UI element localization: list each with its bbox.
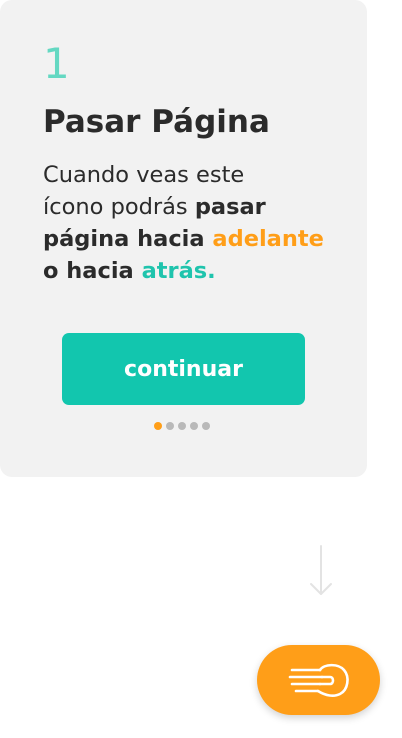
hand-swipe-icon [288, 663, 349, 697]
description-line-3: página hacia adelante [43, 223, 343, 255]
description-line-4: o hacia atrás. [43, 255, 343, 287]
pagination-dots [154, 422, 210, 430]
tutorial-card: 1 Pasar Página Cuando veas este ícono po… [0, 0, 367, 477]
continue-button[interactable]: continuar [62, 333, 305, 405]
description-line-2: ícono podrás pasar [43, 191, 343, 223]
card-title: Pasar Página [43, 104, 270, 140]
pagination-dot[interactable] [166, 422, 174, 430]
forward-highlight: adelante [212, 226, 324, 252]
description-text: Cuando veas este [43, 162, 245, 188]
pagination-dot[interactable] [202, 422, 210, 430]
page-turn-button[interactable] [257, 645, 380, 715]
pagination-dot[interactable] [178, 422, 186, 430]
description-bold-text: pasar [194, 194, 266, 220]
description-bold-text: o hacia [43, 258, 142, 284]
description-bold-text: página hacia [43, 226, 213, 252]
step-number: 1 [43, 39, 70, 88]
pagination-dot[interactable] [190, 422, 198, 430]
arrow-down-icon [310, 545, 332, 595]
tutorial-page: 1 Pasar Página Cuando veas este ícono po… [0, 0, 402, 738]
card-description: Cuando veas este ícono podrás pasar pági… [43, 159, 343, 287]
description-text: ícono podrás [43, 194, 195, 220]
pagination-dot-active[interactable] [154, 422, 162, 430]
backward-highlight: atrás. [141, 258, 216, 284]
description-line-1: Cuando veas este [43, 159, 343, 191]
